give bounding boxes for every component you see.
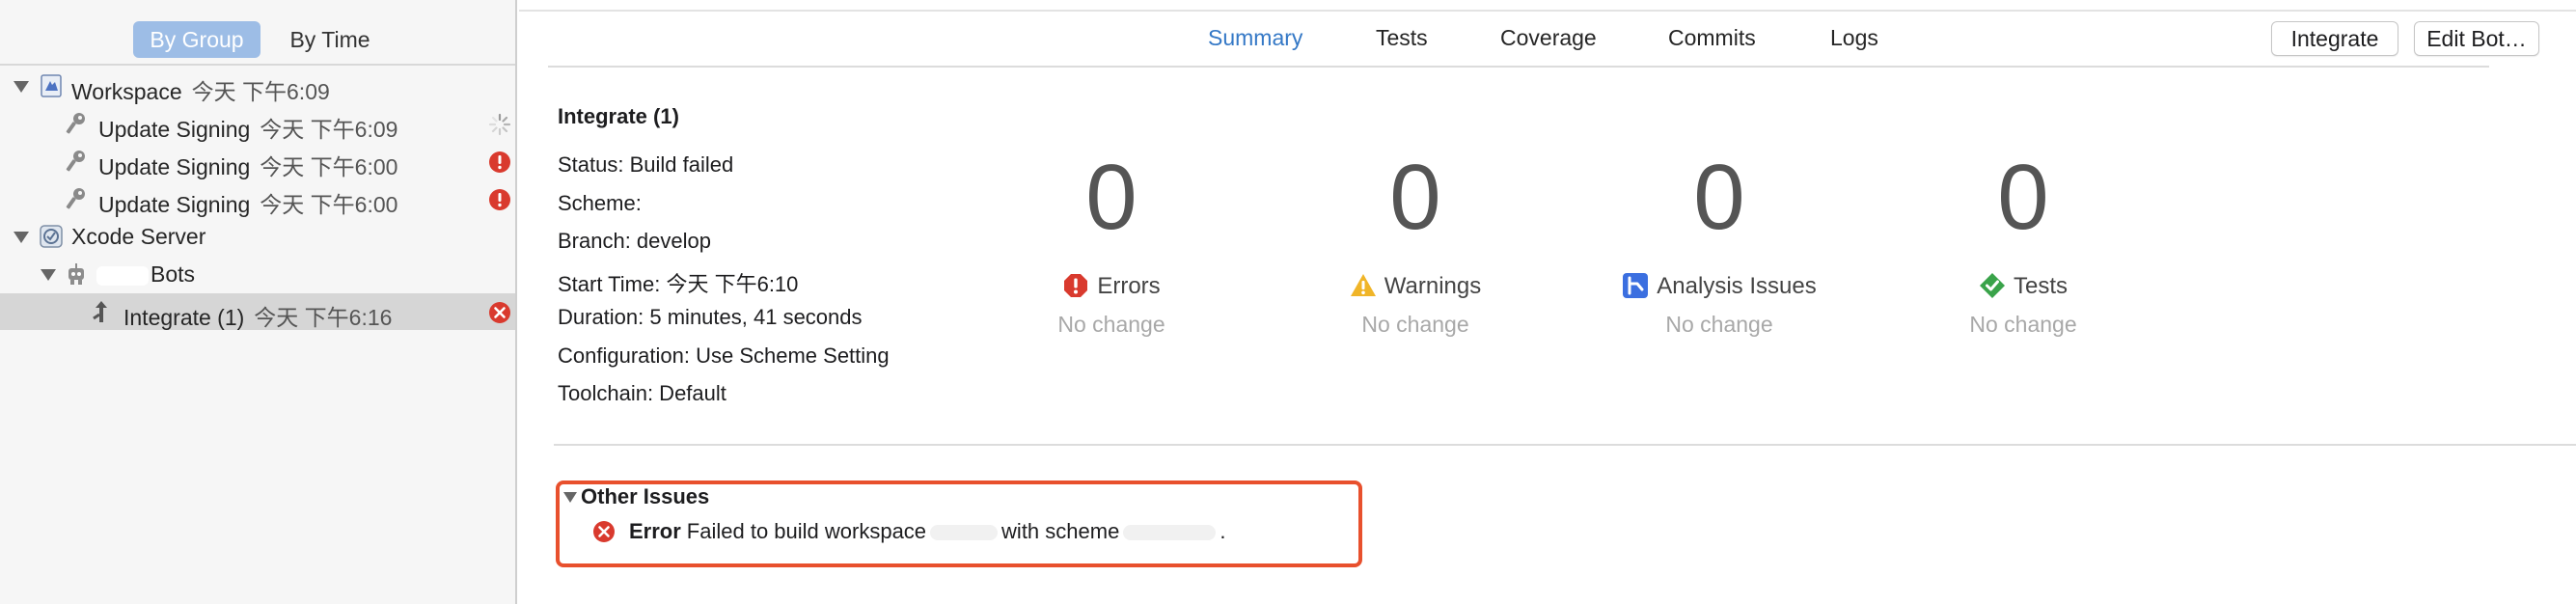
metric-sub: No change [1057, 312, 1165, 337]
main-panel: Summary Tests Coverage Commits Logs Inte… [519, 0, 2576, 604]
branch-line: Branch: develop [558, 229, 711, 253]
redacted-text [96, 265, 149, 286]
workspace-icon [39, 73, 64, 98]
error-icon [488, 188, 511, 211]
edit-bot-button[interactable]: Edit Bot… [2414, 21, 2539, 56]
integrate-button[interactable]: Integrate [2271, 21, 2398, 56]
metric-tests: 0 Tests No change [1903, 145, 2144, 338]
integration-title: Integrate (1) [558, 104, 679, 128]
metric-value: 0 [1085, 146, 1137, 249]
tree-row-label: Integrate (1) [123, 305, 245, 330]
failed-icon [592, 520, 616, 543]
tree-row-integrate[interactable]: Integrate (1) 今天 下午6:16 [0, 293, 515, 330]
key-icon [64, 186, 89, 211]
integrate-icon [89, 299, 114, 324]
error-icon [1062, 272, 1089, 299]
tab-logs[interactable]: Logs [1830, 25, 1878, 51]
issue-message-prefix: Failed to build workspace [686, 519, 927, 543]
failed-icon [488, 301, 511, 324]
group-segmented-control: By Group By Time [0, 0, 515, 66]
tree-row-xcode-server[interactable]: Xcode Server [0, 218, 515, 255]
disclosure-triangle-icon[interactable] [563, 492, 577, 503]
tree-row-time: 今天 下午6:09 [260, 117, 398, 142]
by-time-segment[interactable]: By Time [270, 21, 390, 58]
metric-sub: No change [1665, 312, 1773, 337]
metric-label: Warnings [1384, 273, 1482, 299]
tab-summary[interactable]: Summary [1208, 25, 1302, 51]
top-divider [519, 10, 2576, 12]
tabs-divider [548, 66, 2489, 68]
tree-row-label: Xcode Server [71, 224, 206, 249]
tree-row-label: Update Signing [98, 154, 251, 179]
metric-label: Errors [1097, 273, 1161, 299]
metric-errors: 0 Errors No change [991, 145, 1232, 338]
key-icon [64, 149, 89, 174]
tree-row-update-signing[interactable]: Update Signing 今天 下午6:00 [0, 180, 515, 217]
tree-row-time: 今天 下午6:00 [260, 192, 398, 217]
robot-icon [64, 261, 89, 287]
issue-row[interactable]: Error Failed to build workspace with schem… [592, 519, 1225, 544]
disclosure-triangle-icon[interactable] [41, 269, 56, 281]
disclosure-triangle-icon[interactable] [14, 81, 29, 93]
metric-sub: No change [1361, 312, 1469, 337]
by-group-segment[interactable]: By Group [133, 21, 260, 58]
issue-message-end: . [1219, 519, 1226, 543]
tree-row-update-signing[interactable]: Update Signing 今天 下午6:09 [0, 105, 515, 142]
tree-row-time: 今天 下午6:09 [191, 79, 330, 104]
scheme-line: Scheme: [558, 191, 642, 215]
server-icon [39, 224, 64, 249]
metric-warnings: 0 Warnings No change [1295, 145, 1536, 338]
check-icon [1979, 272, 2006, 299]
redacted-text [930, 525, 999, 541]
duration-line: Duration: 5 minutes, 41 seconds [558, 305, 863, 329]
metric-label: Analysis Issues [1657, 273, 1817, 299]
error-icon [488, 151, 511, 174]
tree-row-time: 今天 下午6:00 [260, 154, 398, 179]
tree-row-label: Update Signing [98, 117, 251, 142]
warning-icon [1350, 272, 1377, 299]
spinner-icon [488, 113, 511, 136]
metric-label: Tests [2013, 273, 2068, 299]
status-line: Status: Build failed [558, 152, 734, 177]
metric-analysis-issues: 0 Analysis Issues No change [1599, 145, 1840, 338]
tree-row-label: Update Signing [98, 192, 251, 217]
metric-value: 0 [1389, 146, 1441, 249]
tree-row-bots[interactable]: Bots [0, 256, 515, 292]
configuration-line: Configuration: Use Scheme Setting [558, 343, 890, 368]
issue-kind: Error [629, 519, 681, 543]
tree-row-label: Workspace [71, 79, 182, 104]
issue-message-middle: with scheme [1001, 519, 1120, 543]
tree-row-label: Bots [151, 261, 196, 287]
analysis-icon [1622, 272, 1649, 299]
sidebar: By Group By Time Workspace 今天 下午6:09 Upda… [0, 0, 517, 604]
disclosure-triangle-icon[interactable] [14, 232, 29, 243]
redacted-text [1123, 525, 1217, 541]
tree-row-time: 今天 下午6:16 [254, 305, 393, 330]
metric-value: 0 [1997, 146, 2049, 249]
tree-row-update-signing[interactable]: Update Signing 今天 下午6:00 [0, 143, 515, 179]
key-icon [64, 111, 89, 136]
other-issues-title: Other Issues [581, 484, 710, 508]
section-divider [554, 444, 2576, 446]
metric-sub: No change [1969, 312, 2077, 337]
toolchain-line: Toolchain: Default [558, 381, 726, 405]
metric-value: 0 [1693, 146, 1745, 249]
tab-tests[interactable]: Tests [1376, 25, 1428, 51]
tree-row-workspace[interactable]: Workspace 今天 下午6:09 [0, 68, 515, 104]
tab-commits[interactable]: Commits [1668, 25, 1756, 51]
tab-coverage[interactable]: Coverage [1500, 25, 1597, 51]
start-time-line: Start Time: 今天 下午6:10 [558, 272, 799, 296]
other-issues-panel: Other Issues Error Failed to build worksp… [556, 480, 1362, 567]
